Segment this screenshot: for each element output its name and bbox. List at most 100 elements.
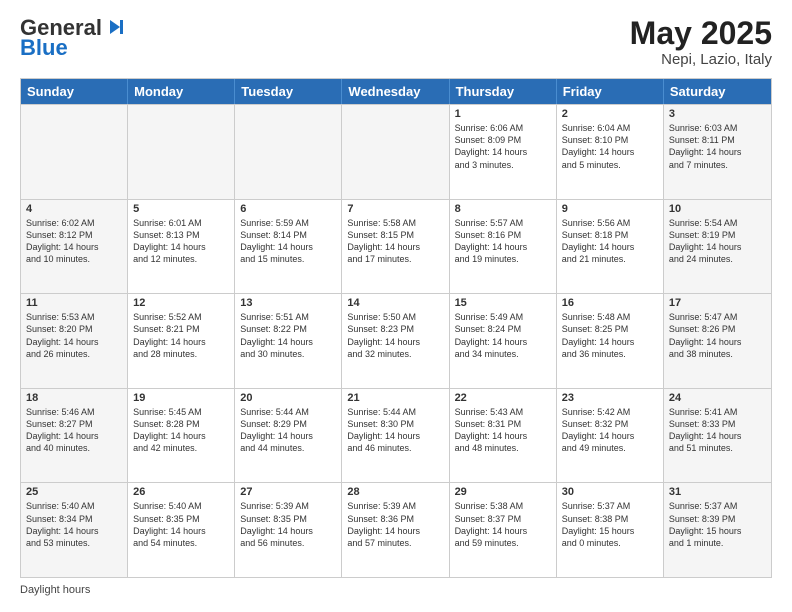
calendar-header-cell: Monday [128,79,235,104]
cell-info: Sunrise: 6:01 AMSunset: 8:13 PMDaylight:… [133,217,229,266]
day-number: 30 [562,486,658,498]
cell-info: Sunrise: 6:03 AMSunset: 8:11 PMDaylight:… [669,122,766,171]
calendar-header-row: SundayMondayTuesdayWednesdayThursdayFrid… [21,79,771,104]
calendar-header-cell: Wednesday [342,79,449,104]
cell-info: Sunrise: 5:37 AMSunset: 8:39 PMDaylight:… [669,500,766,549]
title-block: May 2025 Nepi, Lazio, Italy [630,16,772,68]
calendar-cell: 8 Sunrise: 5:57 AMSunset: 8:16 PMDaylight… [450,200,557,294]
calendar-cell: 7 Sunrise: 5:58 AMSunset: 8:15 PMDaylight… [342,200,449,294]
day-number: 4 [26,203,122,215]
calendar-cell: 6 Sunrise: 5:59 AMSunset: 8:14 PMDaylight… [235,200,342,294]
logo: General Blue [20,16,126,60]
cell-info: Sunrise: 5:41 AMSunset: 8:33 PMDaylight:… [669,406,766,455]
day-number: 31 [669,486,766,498]
cell-info: Sunrise: 5:42 AMSunset: 8:32 PMDaylight:… [562,406,658,455]
day-number: 16 [562,297,658,309]
calendar-cell [21,105,128,199]
day-number: 22 [455,392,551,404]
cell-info: Sunrise: 5:46 AMSunset: 8:27 PMDaylight:… [26,406,122,455]
calendar-cell: 12Sunrise: 5:52 AMSunset: 8:21 PMDayligh… [128,294,235,388]
day-number: 3 [669,108,766,120]
page: General Blue May 2025 Nepi, Lazio, Italy… [0,0,792,612]
cell-info: Sunrise: 5:59 AMSunset: 8:14 PMDaylight:… [240,217,336,266]
day-number: 26 [133,486,229,498]
day-number: 24 [669,392,766,404]
cell-info: Sunrise: 5:39 AMSunset: 8:36 PMDaylight:… [347,500,443,549]
calendar-header-cell: Saturday [664,79,771,104]
subtitle: Nepi, Lazio, Italy [630,51,772,68]
calendar-cell: 31 Sunrise: 5:37 AMSunset: 8:39 PMDayligh… [664,483,771,577]
calendar-cell: 23 Sunrise: 5:42 AMSunset: 8:32 PMDayligh… [557,389,664,483]
calendar-cell [342,105,449,199]
calendar-week: 18 Sunrise: 5:46 AMSunset: 8:27 PMDayligh… [21,388,771,483]
day-number: 21 [347,392,443,404]
calendar-cell: 22Sunrise: 5:43 AMSunset: 8:31 PMDayligh… [450,389,557,483]
day-number: 8 [455,203,551,215]
day-number: 17 [669,297,766,309]
calendar-cell: 25Sunrise: 5:40 AMSunset: 8:34 PMDayligh… [21,483,128,577]
header: General Blue May 2025 Nepi, Lazio, Italy [20,16,772,68]
cell-info: Sunrise: 5:57 AMSunset: 8:16 PMDaylight:… [455,217,551,266]
calendar-cell: 10Sunrise: 5:54 AMSunset: 8:19 PMDayligh… [664,200,771,294]
calendar-week: 4 Sunrise: 6:02 AMSunset: 8:12 PMDaylight… [21,199,771,294]
calendar-body: 1Sunrise: 6:06 AMSunset: 8:09 PMDaylight… [21,104,771,577]
calendar-cell: 9 Sunrise: 5:56 AMSunset: 8:18 PMDaylight… [557,200,664,294]
day-number: 6 [240,203,336,215]
cell-info: Sunrise: 5:40 AMSunset: 8:35 PMDaylight:… [133,500,229,549]
calendar-cell: 5Sunrise: 6:01 AMSunset: 8:13 PMDaylight… [128,200,235,294]
day-number: 29 [455,486,551,498]
cell-info: Sunrise: 5:53 AMSunset: 8:20 PMDaylight:… [26,311,122,360]
day-number: 18 [26,392,122,404]
calendar-cell: 1Sunrise: 6:06 AMSunset: 8:09 PMDaylight… [450,105,557,199]
day-number: 15 [455,297,551,309]
legend-text: Daylight hours [20,584,90,596]
day-number: 11 [26,297,122,309]
day-number: 25 [26,486,122,498]
cell-info: Sunrise: 6:04 AMSunset: 8:10 PMDaylight:… [562,122,658,171]
calendar: SundayMondayTuesdayWednesdayThursdayFrid… [20,78,772,578]
calendar-header-cell: Sunday [21,79,128,104]
calendar-cell: 26 Sunrise: 5:40 AMSunset: 8:35 PMDayligh… [128,483,235,577]
calendar-cell: 21Sunrise: 5:44 AMSunset: 8:30 PMDayligh… [342,389,449,483]
day-number: 7 [347,203,443,215]
calendar-header-cell: Friday [557,79,664,104]
calendar-cell: 16Sunrise: 5:48 AMSunset: 8:25 PMDayligh… [557,294,664,388]
cell-info: Sunrise: 5:50 AMSunset: 8:23 PMDaylight:… [347,311,443,360]
calendar-cell [235,105,342,199]
day-number: 13 [240,297,336,309]
cell-info: Sunrise: 5:49 AMSunset: 8:24 PMDaylight:… [455,311,551,360]
main-title: May 2025 [630,16,772,51]
day-number: 10 [669,203,766,215]
day-number: 12 [133,297,229,309]
calendar-cell: 15 Sunrise: 5:49 AMSunset: 8:24 PMDayligh… [450,294,557,388]
day-number: 2 [562,108,658,120]
calendar-cell: 17 Sunrise: 5:47 AMSunset: 8:26 PMDayligh… [664,294,771,388]
calendar-week: 11 Sunrise: 5:53 AMSunset: 8:20 PMDayligh… [21,293,771,388]
legend: Daylight hours [20,584,772,596]
calendar-cell: 3 Sunrise: 6:03 AMSunset: 8:11 PMDaylight… [664,105,771,199]
cell-info: Sunrise: 5:56 AMSunset: 8:18 PMDaylight:… [562,217,658,266]
calendar-cell: 24 Sunrise: 5:41 AMSunset: 8:33 PMDayligh… [664,389,771,483]
day-number: 27 [240,486,336,498]
calendar-cell: 14 Sunrise: 5:50 AMSunset: 8:23 PMDayligh… [342,294,449,388]
calendar-cell: 20Sunrise: 5:44 AMSunset: 8:29 PMDayligh… [235,389,342,483]
cell-info: Sunrise: 5:37 AMSunset: 8:38 PMDaylight:… [562,500,658,549]
day-number: 9 [562,203,658,215]
day-number: 23 [562,392,658,404]
day-number: 20 [240,392,336,404]
calendar-cell [128,105,235,199]
cell-info: Sunrise: 6:06 AMSunset: 8:09 PMDaylight:… [455,122,551,171]
cell-info: Sunrise: 5:47 AMSunset: 8:26 PMDaylight:… [669,311,766,360]
calendar-week: 1Sunrise: 6:06 AMSunset: 8:09 PMDaylight… [21,104,771,199]
cell-info: Sunrise: 5:38 AMSunset: 8:37 PMDaylight:… [455,500,551,549]
calendar-cell: 4 Sunrise: 6:02 AMSunset: 8:12 PMDaylight… [21,200,128,294]
calendar-cell: 13 Sunrise: 5:51 AMSunset: 8:22 PMDayligh… [235,294,342,388]
cell-info: Sunrise: 6:02 AMSunset: 8:12 PMDaylight:… [26,217,122,266]
cell-info: Sunrise: 5:45 AMSunset: 8:28 PMDaylight:… [133,406,229,455]
cell-info: Sunrise: 5:58 AMSunset: 8:15 PMDaylight:… [347,217,443,266]
day-number: 14 [347,297,443,309]
cell-info: Sunrise: 5:51 AMSunset: 8:22 PMDaylight:… [240,311,336,360]
logo-icon [104,16,126,38]
day-number: 28 [347,486,443,498]
calendar-cell: 28 Sunrise: 5:39 AMSunset: 8:36 PMDayligh… [342,483,449,577]
